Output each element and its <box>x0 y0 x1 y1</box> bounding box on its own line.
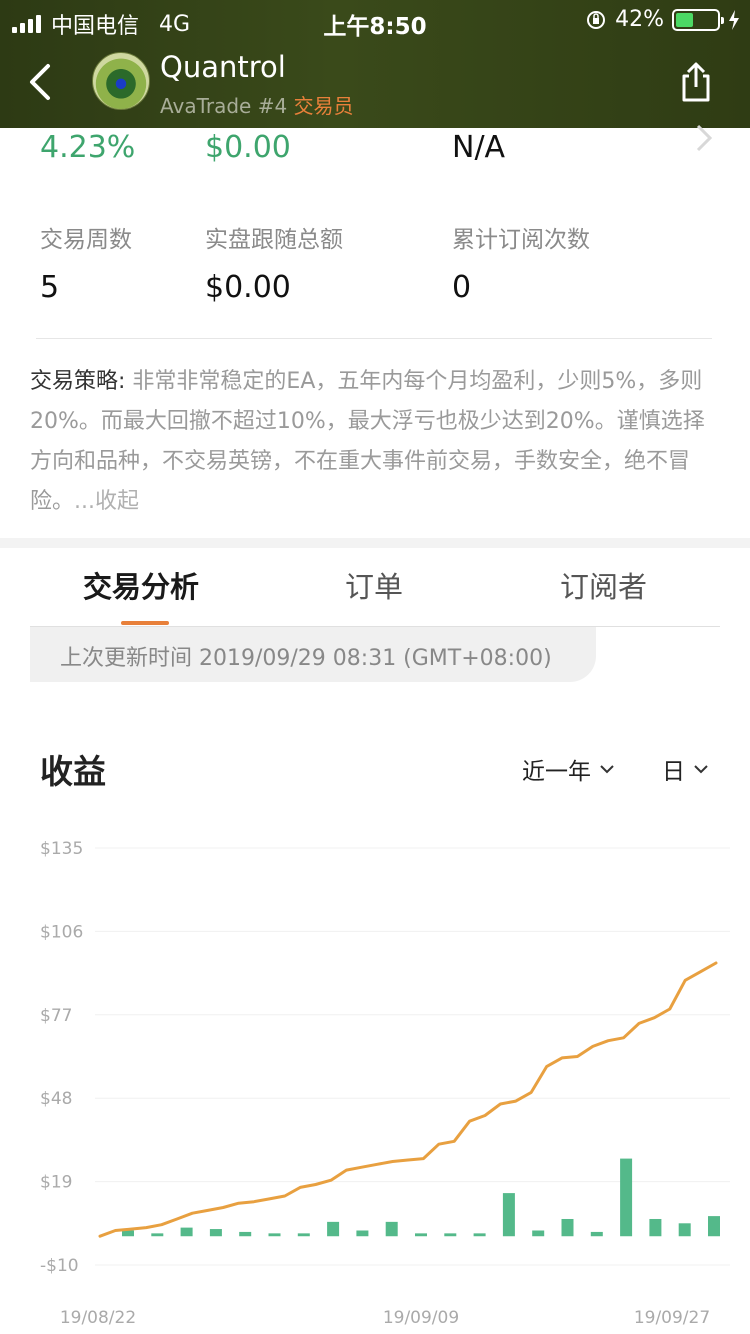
status-right: 42% <box>585 7 740 32</box>
bar <box>620 1158 633 1237</box>
y-tick-label: $135 <box>40 839 83 859</box>
broker-rank: AvaTrade #4 <box>160 94 288 118</box>
bar <box>473 1233 486 1237</box>
chevron-down-icon <box>694 765 708 774</box>
bar <box>678 1223 691 1237</box>
strategy-text: 交易策略: 非常非常稳定的EA，五年内每个月均盈利，少则5%，多则20%。而最大… <box>30 362 720 522</box>
period-select[interactable]: 日 <box>662 752 709 786</box>
profit-chart: $135 $106 $77 $48 $19 -$10 19/08/22 19/09/09 19/… <box>40 839 730 1328</box>
stat-na-value: N/A <box>452 130 506 165</box>
weeks-value: 5 <box>40 270 60 305</box>
bar <box>180 1227 193 1237</box>
back-icon[interactable] <box>26 62 56 102</box>
trader-name: Quantrol <box>160 50 286 84</box>
app-header: 中国电信 4G 上午8:50 42% Quantrol AvaTrade #4 … <box>0 0 750 128</box>
bar <box>590 1231 603 1237</box>
bar <box>532 1230 545 1237</box>
bar <box>122 1230 134 1237</box>
y-tick-label: -$10 <box>40 1256 79 1276</box>
y-tick-label: $48 <box>40 1089 72 1109</box>
collapse-link[interactable]: ...收起 <box>74 489 139 514</box>
battery-fill <box>676 12 693 27</box>
divider <box>36 338 712 339</box>
share-icon[interactable] <box>676 60 716 104</box>
bar <box>649 1218 662 1237</box>
bar <box>561 1218 574 1237</box>
active-tab-indicator <box>121 621 169 625</box>
weeks-label: 交易周数 <box>40 227 132 253</box>
x-tick-label: 19/09/09 <box>383 1308 459 1328</box>
bar <box>444 1233 457 1237</box>
bar <box>151 1233 164 1237</box>
x-tick-label: 19/09/27 <box>634 1308 710 1328</box>
bar <box>209 1229 222 1237</box>
x-tick-label: 19/08/22 <box>60 1308 136 1328</box>
subscriptions-value: 0 <box>452 270 472 305</box>
y-tick-label: $19 <box>40 1173 72 1193</box>
tab-subscribers[interactable]: 订阅者 <box>560 564 647 606</box>
bar <box>356 1230 369 1237</box>
chart-title: 收益 <box>40 752 106 791</box>
charging-icon <box>729 9 739 30</box>
bar <box>239 1231 252 1237</box>
y-tick-label: $77 <box>40 1006 72 1026</box>
stat-profit-value: $0.00 <box>205 130 291 165</box>
bar <box>415 1233 427 1237</box>
bar <box>297 1233 310 1237</box>
range-select[interactable]: 近一年 <box>522 752 615 786</box>
tab-trade-analysis[interactable]: 交易分析 <box>83 564 199 606</box>
follow-total-value: $0.00 <box>205 270 291 305</box>
update-time-bar: 上次更新时间 2019/09/29 08:31 (GMT+08:00) <box>30 627 596 682</box>
tab-orders[interactable]: 订单 <box>345 564 403 606</box>
chevron-right-icon[interactable] <box>694 124 714 152</box>
battery-percent: 42% <box>615 7 664 32</box>
orientation-lock-icon <box>587 10 606 29</box>
bar <box>327 1221 340 1237</box>
bar <box>268 1233 281 1237</box>
section-separator <box>0 538 750 548</box>
avatar[interactable] <box>92 52 150 110</box>
period-select-label: 日 <box>662 759 685 785</box>
bar <box>708 1216 720 1237</box>
battery-icon <box>672 8 724 31</box>
trader-role: 交易员 <box>293 94 354 118</box>
chevron-down-icon <box>600 765 614 774</box>
status-bar: 中国电信 4G 上午8:50 42% <box>0 0 750 40</box>
y-tick-label: $106 <box>40 922 83 942</box>
bar <box>385 1221 398 1237</box>
stat-return-value: 4.23% <box>40 130 136 165</box>
trader-subtitle: AvaTrade #4 交易员 <box>160 90 354 119</box>
strategy-label: 交易策略: <box>30 369 126 394</box>
subscriptions-label: 累计订阅次数 <box>452 227 590 253</box>
range-select-label: 近一年 <box>522 759 591 785</box>
bar <box>502 1193 515 1237</box>
follow-total-label: 实盘跟随总额 <box>205 227 343 253</box>
